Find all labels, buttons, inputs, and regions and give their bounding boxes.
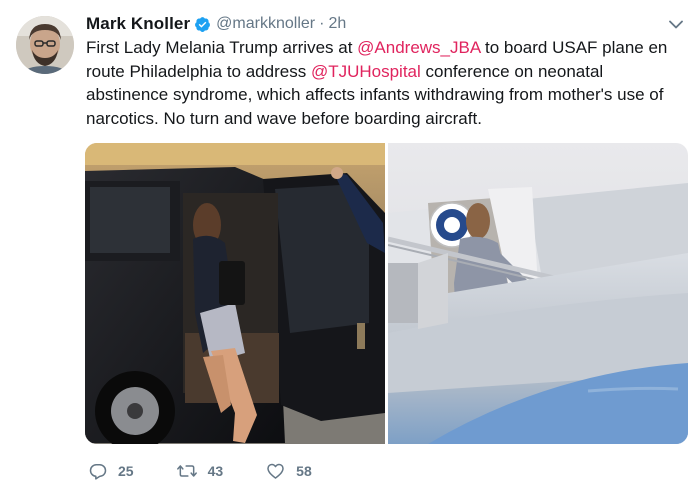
tweet-header: Mark Knoller @markknoller · 2h <box>86 13 346 35</box>
mention-link[interactable]: @Andrews_JBA <box>357 38 480 57</box>
tweet-text-part: First Lady Melania Trump arrives at <box>86 38 358 57</box>
retweet-button[interactable]: 43 <box>176 461 224 481</box>
tweet-text: First Lady Melania Trump arrives at @And… <box>86 36 690 130</box>
photo-suv-arrival[interactable] <box>85 143 385 444</box>
verified-badge-icon <box>194 16 211 33</box>
like-button[interactable]: 58 <box>265 461 312 481</box>
retweet-count: 43 <box>207 463 224 479</box>
author-handle[interactable]: @markknoller <box>216 15 315 33</box>
chevron-down-icon[interactable] <box>666 14 686 34</box>
author-avatar[interactable] <box>16 16 74 74</box>
like-count: 58 <box>296 463 312 479</box>
photo-boarding-aircraft[interactable] <box>388 143 688 444</box>
heart-icon <box>265 461 286 481</box>
retweet-icon <box>176 461 198 481</box>
reply-icon <box>88 461 108 481</box>
reply-count: 25 <box>118 463 134 479</box>
separator-dot: · <box>319 15 325 32</box>
mention-link[interactable]: @TJUHospital <box>311 62 421 81</box>
reply-button[interactable]: 25 <box>88 461 134 481</box>
tweet: Mark Knoller @markknoller · 2h First Lad… <box>0 0 700 491</box>
author-name[interactable]: Mark Knoller <box>86 14 190 34</box>
tweet-timestamp[interactable]: 2h <box>328 15 346 33</box>
tweet-media <box>85 143 688 444</box>
tweet-actions: 25 43 58 <box>88 458 354 484</box>
